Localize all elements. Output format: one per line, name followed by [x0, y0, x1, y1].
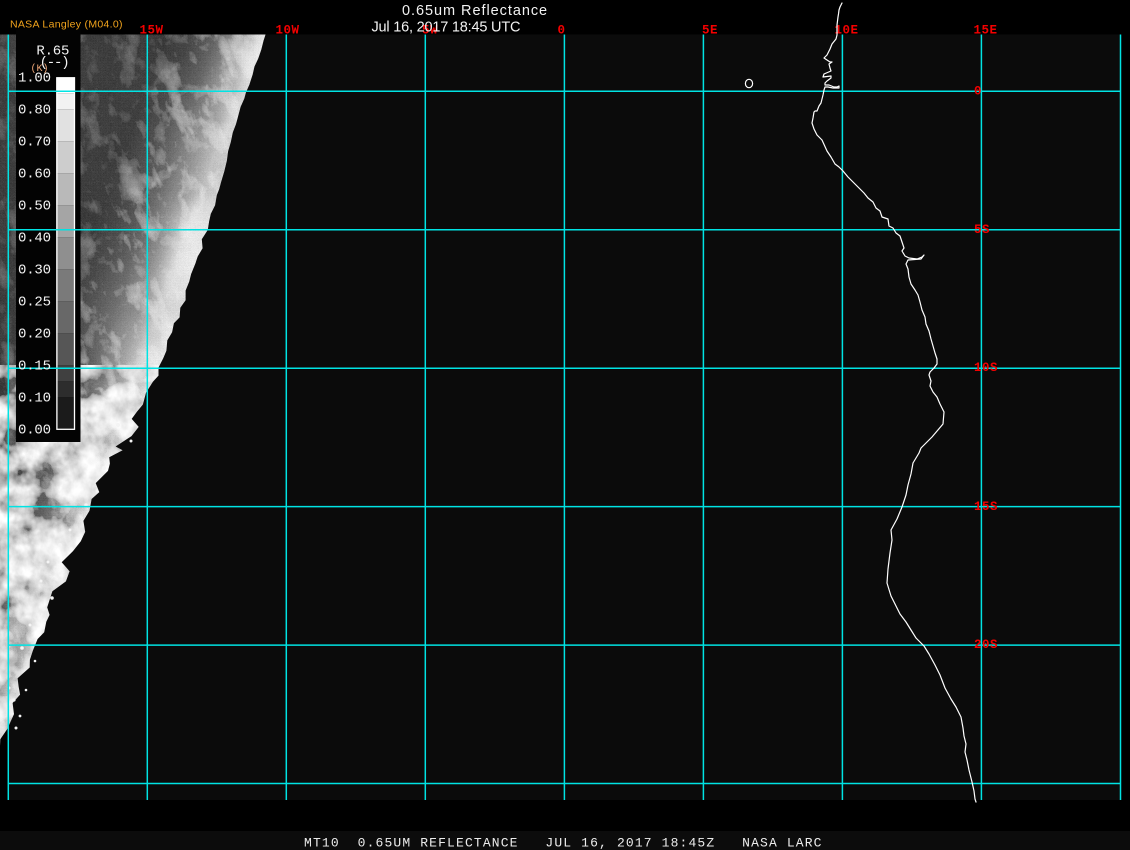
svg-text:5E: 5E [702, 24, 718, 38]
svg-text:20S: 20S [974, 638, 998, 652]
svg-text:0.65um Reflectance: 0.65um Reflectance [402, 3, 548, 19]
svg-text:(K): (K) [31, 63, 49, 75]
svg-text:0.20: 0.20 [18, 327, 51, 343]
svg-text:0.60: 0.60 [18, 167, 51, 183]
svg-text:15S: 15S [974, 500, 998, 514]
svg-text:15W: 15W [139, 24, 163, 38]
svg-text:10E: 10E [834, 24, 858, 38]
svg-text:0.50: 0.50 [18, 199, 51, 215]
svg-text:15E: 15E [973, 24, 997, 38]
svg-text:10W: 10W [275, 24, 299, 38]
svg-text:Jul 16, 2017 18:45 UTC: Jul 16, 2017 18:45 UTC [372, 19, 521, 35]
svg-text:0.30: 0.30 [18, 263, 51, 279]
svg-text:0.15: 0.15 [18, 359, 51, 375]
svg-text:MT10 0.65UM REFLECTANCE JUL: MT10 0.65UM REFLECTANCE JUL 16, 2017 18:… [304, 835, 823, 850]
svg-text:5S: 5S [974, 223, 990, 237]
svg-text:NASA Langley (M04.0): NASA Langley (M04.0) [10, 18, 123, 30]
svg-text:0.10: 0.10 [18, 391, 51, 407]
svg-text:0: 0 [557, 24, 565, 38]
svg-text:0: 0 [974, 84, 982, 98]
svg-text:10S: 10S [974, 361, 998, 375]
svg-text:0.25: 0.25 [18, 295, 51, 311]
svg-text:0.00: 0.00 [18, 423, 51, 439]
svg-text:0.70: 0.70 [18, 135, 51, 151]
svg-text:0.80: 0.80 [18, 103, 51, 119]
svg-text:0.40: 0.40 [18, 231, 51, 247]
